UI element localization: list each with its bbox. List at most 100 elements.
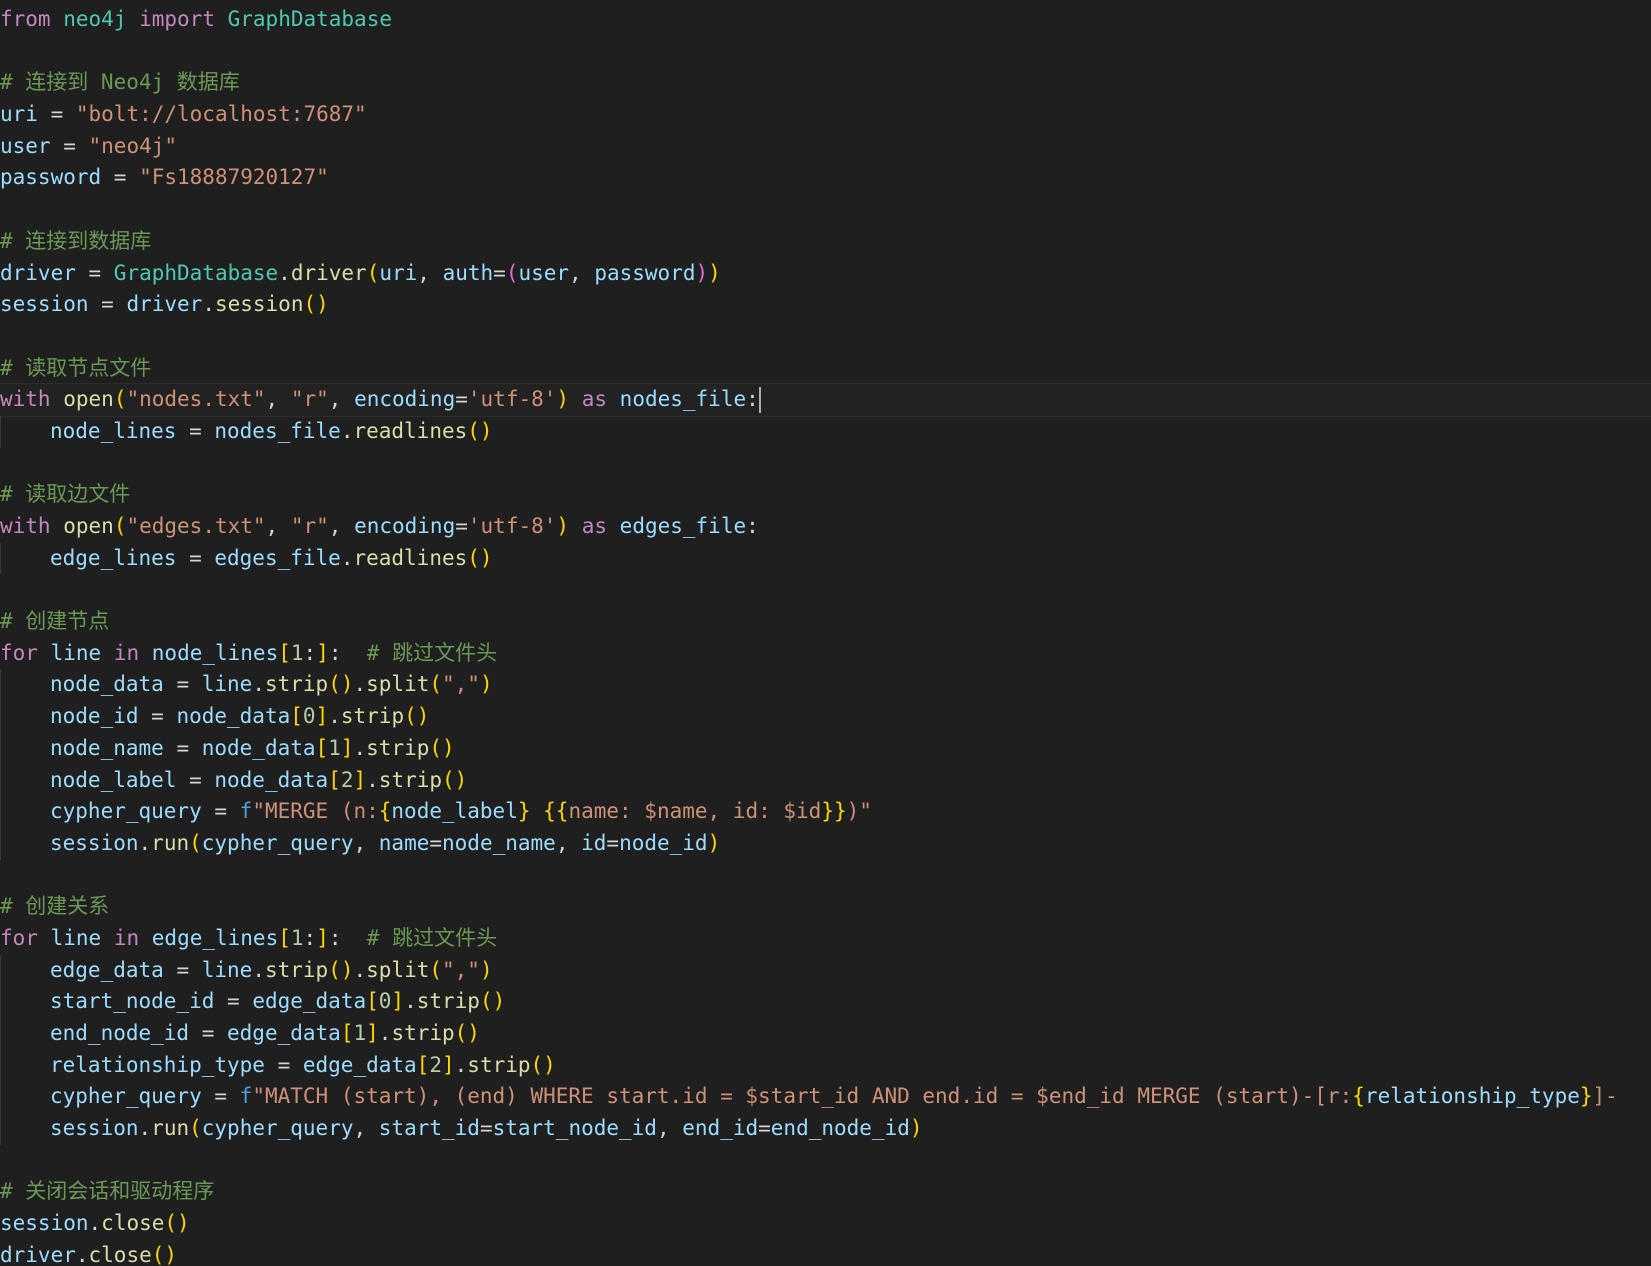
code-line[interactable]: relationship_type = edge_data[2].strip() xyxy=(0,1049,1651,1082)
code-token: line xyxy=(201,957,253,982)
code-token: = xyxy=(163,672,202,697)
code-line[interactable]: # 连接到数据库 xyxy=(0,226,1651,258)
code-token: [ xyxy=(340,1021,354,1045)
code-token: = xyxy=(479,1116,493,1141)
code-token: . xyxy=(278,260,291,285)
code-token: cypher_query xyxy=(201,1116,354,1141)
code-token: . xyxy=(252,672,265,697)
code-token: "neo4j" xyxy=(88,133,178,158)
code-line[interactable]: # 读取边文件 xyxy=(0,479,1651,511)
indent-guide xyxy=(0,701,50,733)
code-token: "," xyxy=(442,957,480,982)
code-token: [ xyxy=(416,1052,430,1077)
code-token: [ xyxy=(278,640,291,665)
code-token: GraphDatabase xyxy=(113,260,279,285)
code-line[interactable]: user = "neo4j" xyxy=(0,131,1651,163)
code-token: # 连接到数据库 xyxy=(0,228,152,253)
code-line[interactable]: node_data = line.strip().split(",") xyxy=(0,669,1651,702)
code-line[interactable]: # 关闭会话和驱动程序 xyxy=(0,1176,1651,1208)
code-token: = xyxy=(163,735,202,760)
code-line[interactable] xyxy=(0,36,1651,68)
code-line[interactable]: for line in edge_lines[1:]: # 跳过文件头 xyxy=(0,923,1651,955)
code-line[interactable]: for line in node_lines[1:]: # 跳过文件头 xyxy=(0,638,1651,670)
code-line[interactable]: start_node_id = edge_data[0].strip() xyxy=(0,986,1651,1018)
code-token: edge_lines xyxy=(151,925,279,950)
code-line[interactable]: node_name = node_data[1].strip() xyxy=(0,732,1651,765)
code-token: open xyxy=(63,387,114,412)
code-token: = xyxy=(176,767,215,792)
code-line[interactable]: uri = "bolt://localhost:7687" xyxy=(0,99,1651,131)
code-line[interactable]: session.run(cypher_query, name=node_name… xyxy=(0,827,1651,860)
code-token: () xyxy=(328,672,354,697)
code-line[interactable] xyxy=(0,860,1651,892)
code-token: = xyxy=(176,418,215,443)
code-token: node_lines xyxy=(151,640,279,665)
code-line[interactable] xyxy=(0,574,1651,606)
code-token: line xyxy=(50,640,102,665)
code-token: node_data xyxy=(176,704,291,729)
code-line[interactable]: driver.close() xyxy=(0,1240,1651,1266)
code-token: ) xyxy=(909,1116,923,1141)
indent-guide xyxy=(0,1081,50,1114)
code-token: neo4j xyxy=(63,7,127,31)
code-line[interactable]: session.run(cypher_query, start_id=start… xyxy=(0,1113,1651,1145)
code-line[interactable] xyxy=(0,321,1651,353)
code-token: "r" xyxy=(290,514,329,538)
code-token: driver xyxy=(126,292,203,317)
code-token: f xyxy=(239,799,253,824)
code-token: . xyxy=(328,704,341,729)
code-line[interactable]: # 创建关系 xyxy=(0,891,1651,923)
code-token: . xyxy=(202,292,215,317)
code-line[interactable] xyxy=(0,448,1651,480)
code-token: "edges.txt" xyxy=(126,514,266,538)
code-token: }} xyxy=(821,799,847,824)
code-line[interactable]: cypher_query = f"MATCH (start), (end) WH… xyxy=(0,1081,1651,1114)
code-editor[interactable]: from neo4j import GraphDatabase # 连接到 Ne… xyxy=(0,4,1651,1266)
code-token: # 跳过文件头 xyxy=(366,925,498,950)
code-line[interactable]: cypher_query = f"MERGE (n:{node_label} {… xyxy=(0,796,1651,828)
code-line[interactable]: node_id = node_data[0].strip() xyxy=(0,701,1651,733)
code-token: session xyxy=(0,1211,89,1236)
code-line[interactable]: with open("edges.txt", "r", encoding='ut… xyxy=(0,511,1651,543)
code-token: : xyxy=(303,925,317,950)
code-token: nodes_file xyxy=(619,387,747,412)
code-token: f xyxy=(239,1084,253,1109)
code-line[interactable]: # 连接到 Neo4j 数据库 xyxy=(0,67,1651,99)
code-token: ( xyxy=(505,260,519,285)
code-token: end_id xyxy=(682,1116,759,1141)
code-line[interactable]: driver = GraphDatabase.driver(uri, auth=… xyxy=(0,258,1651,290)
code-token: strip xyxy=(264,672,329,697)
code-token: relationship_type xyxy=(1364,1084,1580,1109)
code-token: ( xyxy=(189,830,202,855)
code-line[interactable]: with open("nodes.txt", "r", encoding='ut… xyxy=(0,383,1651,417)
code-line[interactable]: # 创建节点 xyxy=(0,606,1651,638)
code-line[interactable]: from neo4j import GraphDatabase xyxy=(0,4,1651,36)
code-token: ( xyxy=(429,957,443,982)
code-token: = xyxy=(429,830,443,855)
code-line[interactable]: end_node_id = edge_data[1].strip() xyxy=(0,1018,1651,1050)
code-token: cypher_query xyxy=(201,830,354,855)
code-line[interactable]: password = "Fs18887920127" xyxy=(0,162,1651,194)
code-token: 0 xyxy=(302,704,316,729)
code-line[interactable] xyxy=(0,194,1651,226)
code-line[interactable]: # 读取节点文件 xyxy=(0,353,1651,385)
code-line[interactable]: node_label = node_data[2].strip() xyxy=(0,764,1651,797)
code-token: ] xyxy=(441,1052,455,1077)
code-token: "bolt://localhost:7687" xyxy=(75,102,367,127)
code-line[interactable] xyxy=(0,1145,1651,1177)
code-line[interactable]: session = driver.session() xyxy=(0,289,1651,321)
code-token: . xyxy=(353,735,367,760)
code-token: . xyxy=(138,830,152,855)
code-line[interactable]: session.close() xyxy=(0,1208,1651,1240)
code-line[interactable]: edge_data = line.strip().split(",") xyxy=(0,954,1651,987)
code-line[interactable]: node_lines = nodes_file.readlines() xyxy=(0,415,1651,448)
code-token: 1 xyxy=(290,640,304,665)
code-token: in xyxy=(113,925,140,950)
code-token: end_node_id xyxy=(770,1116,910,1141)
code-token: () xyxy=(328,957,354,982)
code-line[interactable]: edge_lines = edges_file.readlines() xyxy=(0,542,1651,575)
code-token: password xyxy=(594,260,696,285)
code-token: , xyxy=(656,1116,683,1141)
code-token: nodes_file xyxy=(214,418,341,443)
